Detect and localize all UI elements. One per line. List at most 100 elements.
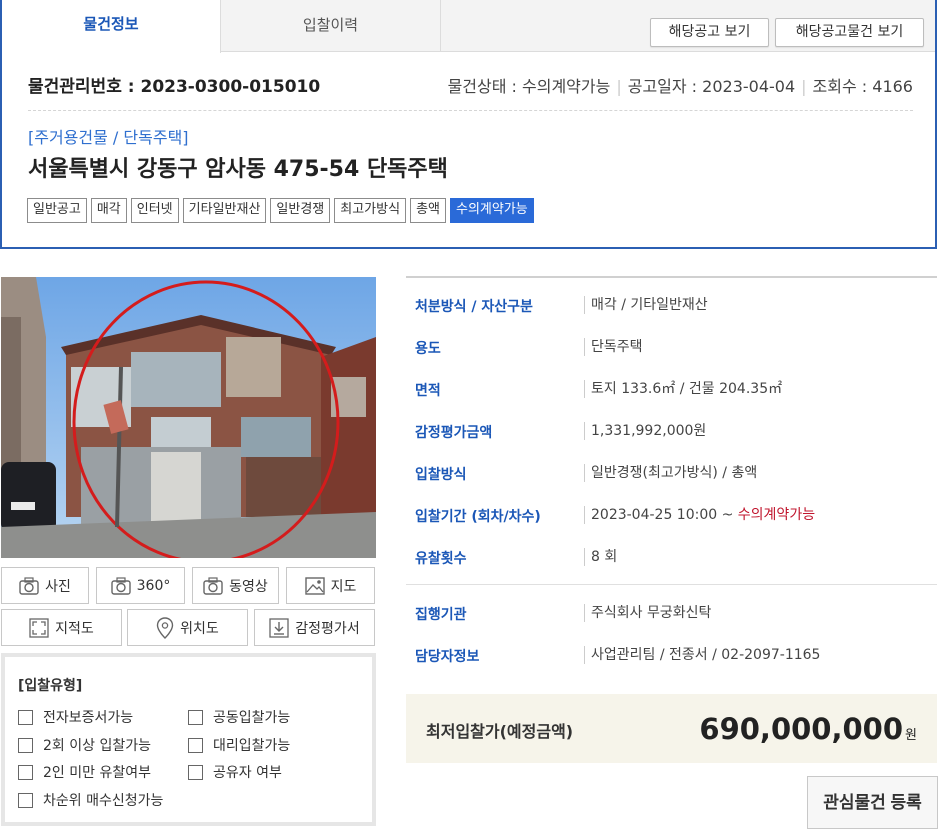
minimum-bid-label: 최저입찰가(예정금액) bbox=[426, 722, 574, 741]
photo-button-label: 사진 bbox=[45, 578, 71, 595]
tag-list: 일반공고 매각 인터넷 기타일반재산 일반경쟁 최고가방식 총액 수의계약가능 bbox=[27, 198, 534, 223]
bid-type-title: [입찰유형] bbox=[18, 678, 83, 694]
camera-icon bbox=[203, 576, 223, 595]
info-row: 입찰방식 일반경쟁(최고가방식) / 총액 bbox=[406, 452, 937, 494]
property-photo-image bbox=[1, 277, 376, 558]
property-photo[interactable] bbox=[1, 277, 376, 558]
checkbox-joint-bid[interactable]: 공동입찰가능 bbox=[188, 707, 290, 727]
checkbox-co-owner[interactable]: 공유자 여부 bbox=[188, 762, 282, 782]
download-icon bbox=[269, 617, 289, 638]
location-map-button[interactable]: 위치도 bbox=[127, 609, 248, 646]
checkbox-box[interactable] bbox=[188, 737, 203, 753]
checkbox-second-ranked[interactable]: 차순위 매수신청가능 bbox=[18, 790, 163, 810]
appraisal-report-button-label: 감정평가서 bbox=[295, 620, 360, 637]
divider bbox=[406, 584, 937, 585]
appraisal-report-button[interactable]: 감정평가서 bbox=[254, 609, 375, 646]
info-value: 토지 133.6㎡ / 건물 204.35㎡ bbox=[584, 380, 782, 398]
tag: 일반공고 bbox=[27, 198, 87, 223]
checkbox-multiple-bids[interactable]: 2회 이상 입찰가능 bbox=[18, 735, 151, 755]
checkbox-label: 2인 미만 유찰여부 bbox=[43, 765, 151, 781]
checkbox-box[interactable] bbox=[18, 737, 33, 753]
tag: 일반경쟁 bbox=[270, 198, 331, 223]
meta-info: 물건상태 : 수의계약가능 | 공고일자 : 2023-04-04 | 조회수 : 41… bbox=[447, 77, 913, 96]
tab-item-info[interactable]: 물건정보 bbox=[2, 0, 221, 53]
info-value: 단독주택 bbox=[584, 338, 643, 356]
minimum-bid-value: 690,000,000 bbox=[699, 712, 904, 746]
map-button-label: 지도 bbox=[330, 578, 357, 595]
info-row: 담당자정보 사업관리팀 / 전종서 / 02-2097-1165 bbox=[406, 634, 937, 676]
view-notice-items-button[interactable]: 해당공고물건 보기 bbox=[775, 18, 924, 47]
info-row: 입찰기간 (회차/차수) 2023-04-25 10:00 ~ 수의계약가능 bbox=[406, 494, 937, 536]
minimum-bid-box: 최저입찰가(예정금액) 690,000,000 원 bbox=[406, 694, 937, 763]
tag: 총액 bbox=[410, 198, 446, 223]
info-label: 처분방식 / 자산구분 bbox=[415, 299, 533, 315]
tag-highlight: 수의계약가능 bbox=[450, 198, 534, 223]
info-label: 용도 bbox=[415, 341, 441, 357]
item-info-table: 처분방식 / 자산구분 매각 / 기타일반재산 용도 단독주택 면적 토지 13… bbox=[406, 276, 937, 674]
item-status: 물건상태 : 수의계약가능 bbox=[447, 77, 611, 96]
checkbox-box[interactable] bbox=[18, 792, 33, 808]
management-number: 물건관리번호 : 2023-0300-015010 bbox=[28, 72, 320, 97]
tag: 매각 bbox=[90, 198, 127, 223]
info-value: 일반경쟁(최고가방식) / 총액 bbox=[584, 464, 757, 482]
info-value: 1,331,992,000원 bbox=[584, 422, 706, 440]
info-value: 8 회 bbox=[584, 548, 617, 566]
management-number-label: 물건관리번호 : bbox=[28, 77, 135, 97]
minimum-bid-amount: 690,000,000 원 bbox=[699, 712, 917, 746]
management-number-value: 2023-0300-015010 bbox=[140, 77, 321, 97]
cadastral-map-button[interactable]: 지적도 bbox=[1, 609, 122, 646]
view-notice-button[interactable]: 해당공고 보기 bbox=[650, 18, 769, 47]
view-360-button-label: 360° bbox=[136, 577, 171, 594]
location-map-button-label: 위치도 bbox=[180, 620, 219, 637]
checkbox-label: 2회 이상 입찰가능 bbox=[43, 738, 151, 754]
tag: 최고가방식 bbox=[334, 198, 407, 223]
notice-date: 공고일자 : 2023-04-04 bbox=[627, 77, 796, 96]
info-label: 감정평가금액 bbox=[415, 425, 493, 441]
checkbox-label: 전자보증서가능 bbox=[43, 710, 134, 726]
checkbox-box[interactable] bbox=[188, 709, 203, 725]
item-category: [주거용건물 / 단독주택] bbox=[28, 128, 189, 147]
checkbox-box[interactable] bbox=[18, 764, 33, 780]
info-label: 집행기관 bbox=[415, 607, 467, 623]
checkbox-e-guarantee[interactable]: 전자보증서가능 bbox=[18, 707, 133, 727]
info-row: 감정평가금액 1,331,992,000원 bbox=[406, 410, 937, 452]
checkbox-box[interactable] bbox=[18, 709, 33, 725]
minimum-bid-unit: 원 bbox=[905, 728, 917, 743]
item-title: 서울특별시 강동구 암사동 475-54 단독주택 bbox=[28, 157, 448, 182]
add-favorite-button[interactable]: 관심물건 등록 bbox=[807, 776, 938, 829]
checkbox-label: 공유자 여부 bbox=[213, 765, 282, 781]
camera-icon bbox=[110, 576, 131, 595]
bid-period: 2023-04-25 10:00 ~ bbox=[591, 507, 738, 523]
meta-row: 물건관리번호 : 2023-0300-015010 물건상태 : 수의계약가능 |… bbox=[28, 72, 913, 98]
checkbox-fewer-than-two[interactable]: 2인 미만 유찰여부 bbox=[18, 762, 151, 782]
info-label: 입찰기간 (회차/차수) bbox=[415, 509, 541, 525]
info-value: 2023-04-25 10:00 ~ 수의계약가능 bbox=[584, 506, 815, 524]
info-label: 면적 bbox=[415, 383, 441, 399]
info-value: 사업관리팀 / 전종서 / 02-2097-1165 bbox=[584, 646, 820, 664]
bid-period-status: 수의계약가능 bbox=[737, 507, 816, 523]
image-icon bbox=[304, 576, 325, 595]
location-pin-icon bbox=[156, 616, 174, 639]
tab-bar: 물건정보 입찰이력 해당공고 보기 해당공고물건 보기 bbox=[2, 0, 935, 53]
tag: 기타일반재산 bbox=[182, 198, 267, 223]
cadastral-map-button-label: 지적도 bbox=[55, 620, 94, 637]
tag: 인터넷 bbox=[130, 198, 179, 223]
checkbox-proxy-bid[interactable]: 대리입찰가능 bbox=[188, 735, 290, 755]
checkbox-box[interactable] bbox=[188, 764, 203, 780]
info-row: 면적 토지 133.6㎡ / 건물 204.35㎡ bbox=[406, 368, 937, 410]
item-header-panel: 물건정보 입찰이력 해당공고 보기 해당공고물건 보기 물건관리번호 : 202… bbox=[0, 0, 937, 249]
tab-bid-history[interactable]: 입찰이력 bbox=[221, 0, 441, 52]
bid-type-panel: [입찰유형] 전자보증서가능 공동입찰가능 2회 이상 입찰가능 대리입찰가능 … bbox=[1, 653, 376, 826]
info-label: 입찰방식 bbox=[415, 467, 467, 483]
video-button[interactable]: 동영상 bbox=[192, 567, 279, 604]
map-button[interactable]: 지도 bbox=[286, 567, 375, 604]
info-row: 처분방식 / 자산구분 매각 / 기타일반재산 bbox=[406, 284, 937, 326]
info-label: 유찰횟수 bbox=[415, 551, 467, 567]
photo-button[interactable]: 사진 bbox=[1, 567, 89, 604]
checkbox-label: 차순위 매수신청가능 bbox=[43, 793, 164, 809]
view-360-button[interactable]: 360° bbox=[96, 567, 185, 604]
info-row: 유찰횟수 8 회 bbox=[406, 536, 937, 578]
info-value: 매각 / 기타일반재산 bbox=[584, 296, 708, 314]
checkbox-label: 대리입찰가능 bbox=[213, 738, 291, 754]
expand-icon bbox=[29, 617, 49, 638]
